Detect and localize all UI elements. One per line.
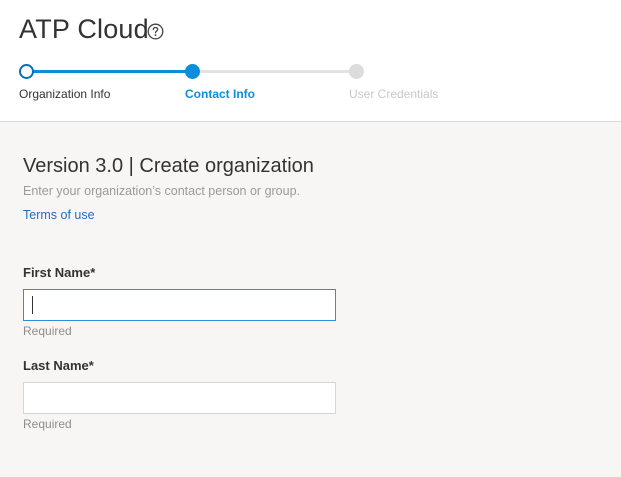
step-label-contact-info: Contact Info: [185, 87, 255, 101]
page-title: Version 3.0 | Create organization: [23, 155, 314, 177]
terms-of-use-link[interactable]: Terms of use: [23, 208, 95, 222]
app-title: ATP Cloud: [19, 14, 149, 44]
text-cursor: [32, 296, 33, 314]
first-name-hint: Required: [23, 324, 72, 338]
first-name-label: First Name*: [23, 265, 96, 280]
page-subtitle: Enter your organization’s contact person…: [23, 184, 301, 198]
page-header: ATP Cloud Organization Info Contact Info…: [0, 0, 621, 122]
step-label-user-credentials: User Credentials: [349, 87, 439, 101]
last-name-field[interactable]: [23, 382, 336, 414]
step-indicator-user-credentials: [349, 64, 364, 79]
help-circle-icon[interactable]: [147, 23, 164, 40]
last-name-label: Last Name*: [23, 358, 94, 373]
first-name-field[interactable]: [23, 289, 336, 321]
step-indicator-contact-info: [185, 64, 200, 79]
step-connector-pending: [198, 70, 350, 73]
last-name-hint: Required: [23, 417, 72, 431]
progress-stepper: Organization Info Contact Info User Cred…: [0, 60, 621, 110]
form-panel: Version 3.0 | Create organization Enter …: [0, 122, 621, 477]
step-indicator-organization-info[interactable]: [19, 64, 34, 79]
step-connector-completed: [28, 70, 186, 73]
step-label-organization-info[interactable]: Organization Info: [19, 87, 110, 101]
